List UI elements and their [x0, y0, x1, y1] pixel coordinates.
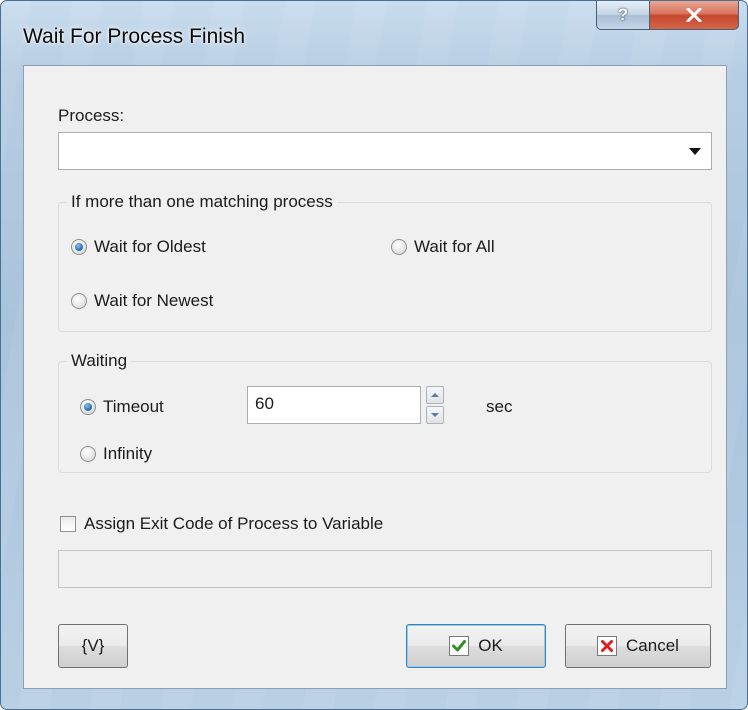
radio-unselected-icon — [391, 239, 407, 255]
multiple-process-group-title: If more than one matching process — [67, 192, 337, 212]
process-label: Process: — [58, 106, 125, 125]
spin-down-button[interactable] — [426, 406, 444, 424]
title-buttons: ? — [596, 1, 739, 30]
timeout-spinner — [426, 386, 444, 424]
ok-button[interactable]: OK — [406, 624, 546, 668]
dropdown-arrow-icon[interactable] — [689, 148, 701, 155]
radio-selected-icon — [71, 239, 87, 255]
timeout-radio[interactable]: Timeout — [80, 397, 164, 417]
wait-for-all-radio[interactable]: Wait for All — [391, 237, 495, 257]
multiple-process-group: If more than one matching process Wait f… — [58, 192, 712, 332]
help-button[interactable]: ? — [596, 1, 650, 30]
title-bar[interactable]: Wait For Process Finish ? — [1, 1, 747, 65]
wait-for-oldest-label: Wait for Oldest — [94, 237, 206, 256]
cancel-x-icon — [597, 636, 618, 656]
insert-variable-button[interactable]: {V} — [58, 624, 128, 668]
infinity-radio[interactable]: Infinity — [80, 444, 152, 464]
help-icon: ? — [617, 5, 629, 24]
arrow-down-icon — [431, 413, 439, 417]
window-title: Wait For Process Finish — [23, 25, 246, 48]
timeout-label: Timeout — [103, 397, 164, 416]
wait-for-newest-radio[interactable]: Wait for Newest — [71, 291, 213, 311]
close-icon — [686, 8, 702, 22]
dialog-body: Process: If more than one matching proce… — [23, 65, 727, 689]
radio-selected-icon — [80, 399, 96, 415]
spin-up-button[interactable] — [426, 386, 444, 404]
assign-exit-code-checkbox[interactable]: Assign Exit Code of Process to Variable — [60, 514, 383, 534]
waiting-group-title: Waiting — [67, 351, 132, 371]
infinity-label: Infinity — [103, 444, 153, 463]
variable-button-label: {V} — [81, 636, 105, 655]
wait-for-all-label: Wait for All — [414, 237, 495, 256]
assign-exit-code-label: Assign Exit Code of Process to Variable — [84, 514, 384, 533]
seconds-unit-label: sec — [486, 397, 513, 416]
ok-button-label: OK — [478, 636, 503, 655]
radio-unselected-icon — [71, 293, 87, 309]
wait-for-newest-label: Wait for Newest — [94, 291, 214, 310]
wait-for-oldest-radio[interactable]: Wait for Oldest — [71, 237, 206, 257]
process-combobox[interactable] — [58, 132, 712, 170]
radio-unselected-icon — [80, 446, 96, 462]
timeout-input[interactable]: 60 — [247, 386, 421, 424]
dialog-window: Wait For Process Finish ? Process: If mo… — [0, 0, 748, 710]
checkmark-icon — [449, 636, 470, 656]
close-button[interactable] — [650, 1, 739, 30]
checkbox-unchecked-icon — [60, 516, 76, 532]
cancel-button-label: Cancel — [626, 636, 679, 655]
arrow-up-icon — [431, 393, 439, 397]
cancel-button[interactable]: Cancel — [565, 624, 711, 668]
variable-name-field[interactable] — [58, 550, 712, 588]
